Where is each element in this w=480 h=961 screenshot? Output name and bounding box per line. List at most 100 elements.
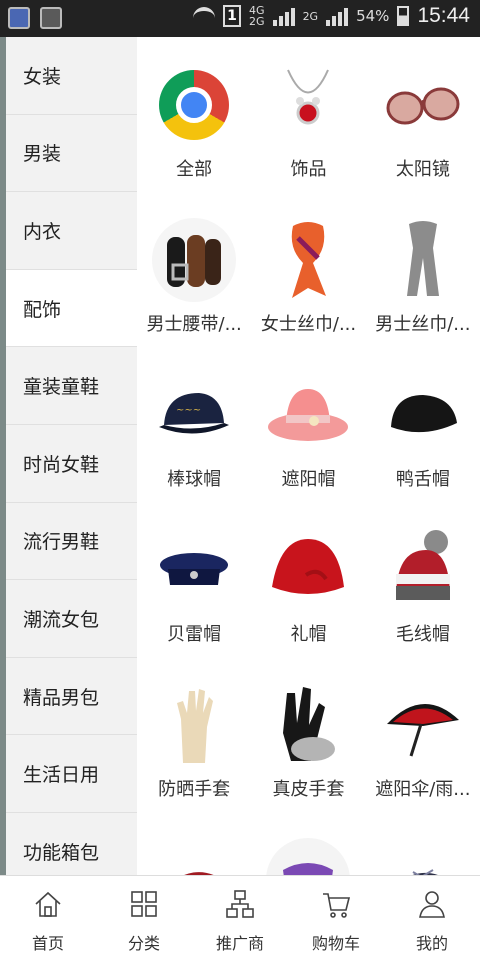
cart-icon: [323, 893, 351, 918]
org-chart-icon: [226, 890, 254, 918]
sidebar-item-womens-bags[interactable]: 潮流女包: [6, 580, 137, 658]
sidebar-item-label: 潮流女包: [23, 608, 100, 631]
grid-item-label: 遮阳伞/雨...: [375, 779, 471, 800]
network-type-2: 2G: [302, 9, 319, 23]
sidebar-item-label: 童装童鞋: [23, 376, 100, 399]
nav-category[interactable]: 分类: [96, 876, 192, 961]
grid-item-label: 贝雷帽: [167, 624, 222, 645]
leather-glove-icon: [266, 683, 350, 767]
sun-glove-icon: [152, 683, 236, 767]
signal-icon: [272, 6, 295, 26]
flat-cap-icon: [381, 373, 465, 457]
sidebar-item-womens[interactable]: 女装: [6, 37, 137, 115]
battery-icon: [397, 6, 410, 26]
sun-hat-icon: [266, 373, 350, 457]
grid-item-label: 鸭舌帽: [395, 469, 450, 490]
sidebar-item-womens-shoes[interactable]: 时尚女鞋: [6, 425, 137, 503]
grid-item-label: 礼帽: [290, 624, 327, 645]
grid-item-knit-hat[interactable]: 毛线帽: [366, 502, 480, 657]
grid-item-umbrella[interactable]: 遮阳伞/雨...: [366, 657, 480, 812]
grid-item-plaid-scarf[interactable]: [366, 812, 480, 875]
grid-item-sun-gloves[interactable]: 防晒手套: [137, 657, 251, 812]
red-belt-icon: [152, 838, 236, 875]
grid-item-label: 全部: [176, 159, 213, 180]
grid-item-baseball-cap[interactable]: ~~~ 棒球帽: [137, 347, 251, 502]
baseball-cap-icon: ~~~: [152, 373, 236, 457]
grid-item-label: 太阳镜: [395, 159, 450, 180]
grid-item-mens-scarf[interactable]: 男士丝巾/...: [366, 192, 480, 347]
grid-item-jewelry[interactable]: 饰品: [251, 37, 365, 192]
category-grid-icon: [131, 891, 157, 917]
silk-scarf-icon: [266, 218, 350, 302]
grid-item-label: 饰品: [290, 159, 327, 180]
nav-cart-label: 购物车: [311, 934, 360, 953]
sim-indicator: 1: [223, 5, 242, 27]
sidebar-item-mens-shoes[interactable]: 流行男鞋: [6, 503, 137, 581]
nav-profile[interactable]: 我的: [384, 876, 480, 961]
battery-percent: 54%: [356, 7, 390, 25]
sidebar-item-accessories[interactable]: 配饰: [6, 269, 137, 348]
grid-item-label: 真皮手套: [272, 779, 345, 800]
sidebar-item-label: 时尚女鞋: [23, 453, 100, 476]
signal-icon-2: [326, 6, 349, 26]
sidebar-item-label: 生活日用: [23, 764, 100, 787]
grid-item-mens-belt[interactable]: 男士腰带/...: [137, 192, 251, 347]
purple-mask-icon: [266, 838, 351, 875]
sidebar-item-label: 精品男包: [23, 686, 100, 709]
knit-hat-icon: [381, 528, 465, 612]
grid-item-label: 棒球帽: [167, 469, 222, 490]
grid-item-beret[interactable]: 贝雷帽: [137, 502, 251, 657]
grid-item-flat-cap[interactable]: 鸭舌帽: [366, 347, 480, 502]
gray-scarf-icon: [381, 218, 465, 302]
sidebar-item-mens-bags[interactable]: 精品男包: [6, 658, 137, 736]
nav-promoter[interactable]: 推广商: [192, 876, 288, 961]
sidebar-item-label: 内衣: [23, 220, 62, 243]
grid-item-label: 遮阳帽: [281, 469, 336, 490]
grid-item-all[interactable]: 全部: [137, 37, 251, 192]
subcategory-panel[interactable]: 全部 饰品 太阳镜 男士腰带/... 女士丝巾/... 男士丝巾/... ~~~…: [137, 37, 480, 875]
svg-text:~~~: ~~~: [176, 405, 201, 416]
home-icon: [35, 891, 61, 917]
sidebar-item-underwear[interactable]: 内衣: [6, 192, 137, 270]
nav-home-label: 首页: [31, 934, 64, 953]
grid-item-leather-gloves[interactable]: 真皮手套: [251, 657, 365, 812]
sidebar-item-label: 女装: [23, 65, 62, 88]
grid-item-label: 男士丝巾/...: [375, 314, 471, 335]
network-type: 4G 2G: [249, 5, 265, 27]
grid-item-label: 女士丝巾/...: [260, 314, 357, 335]
gallery-notification-icon: [40, 7, 62, 29]
plaid-scarf-icon: [381, 838, 465, 875]
grid-item-label: 防晒手套: [158, 779, 231, 800]
sidebar-item-label: 流行男鞋: [23, 531, 100, 554]
grid-item-red-belt[interactable]: [137, 812, 251, 875]
nav-category-label: 分类: [127, 934, 160, 953]
sidebar-item-label: 配饰: [23, 298, 62, 321]
status-notifications: [8, 7, 62, 29]
grid-item-dress-hat[interactable]: 礼帽: [251, 502, 365, 657]
belt-icon: [152, 218, 237, 302]
nav-profile-label: 我的: [415, 934, 448, 953]
grid-item-sun-hat[interactable]: 遮阳帽: [251, 347, 365, 502]
category-sidebar[interactable]: 女装 男装 内衣 配饰 童装童鞋 时尚女鞋 流行男鞋 潮流女包 精品男包 生活日…: [0, 37, 137, 875]
sidebar-item-kids[interactable]: 童装童鞋: [6, 347, 137, 425]
status-bar: 1 4G 2G 2G 54% 15:44: [0, 0, 480, 37]
sidebar-item-mens[interactable]: 男装: [6, 115, 137, 193]
nav-home[interactable]: 首页: [0, 876, 96, 961]
profile-icon: [419, 891, 445, 918]
grid-item-label: 男士腰带/...: [146, 314, 242, 335]
cloche-hat-icon: [266, 528, 350, 612]
wifi-icon: [193, 7, 216, 25]
sidebar-item-luggage[interactable]: 功能箱包: [6, 813, 137, 875]
network-type-bottom: 2G: [249, 15, 265, 28]
grid-item-sunglasses[interactable]: 太阳镜: [366, 37, 480, 192]
chrome-icon: [152, 63, 236, 147]
grid-item-womens-scarf[interactable]: 女士丝巾/...: [251, 192, 365, 347]
sidebar-item-label: 功能箱包: [23, 841, 100, 864]
nav-cart[interactable]: 购物车: [288, 876, 384, 961]
status-indicators: 1 4G 2G 2G 54% 15:44: [193, 4, 470, 28]
grid-item-mask[interactable]: [251, 812, 365, 875]
sunglasses-icon: [381, 63, 465, 147]
sidebar-item-label: 男装: [23, 143, 62, 166]
sidebar-item-daily-use[interactable]: 生活日用: [6, 735, 137, 813]
clock: 15:44: [417, 4, 470, 27]
